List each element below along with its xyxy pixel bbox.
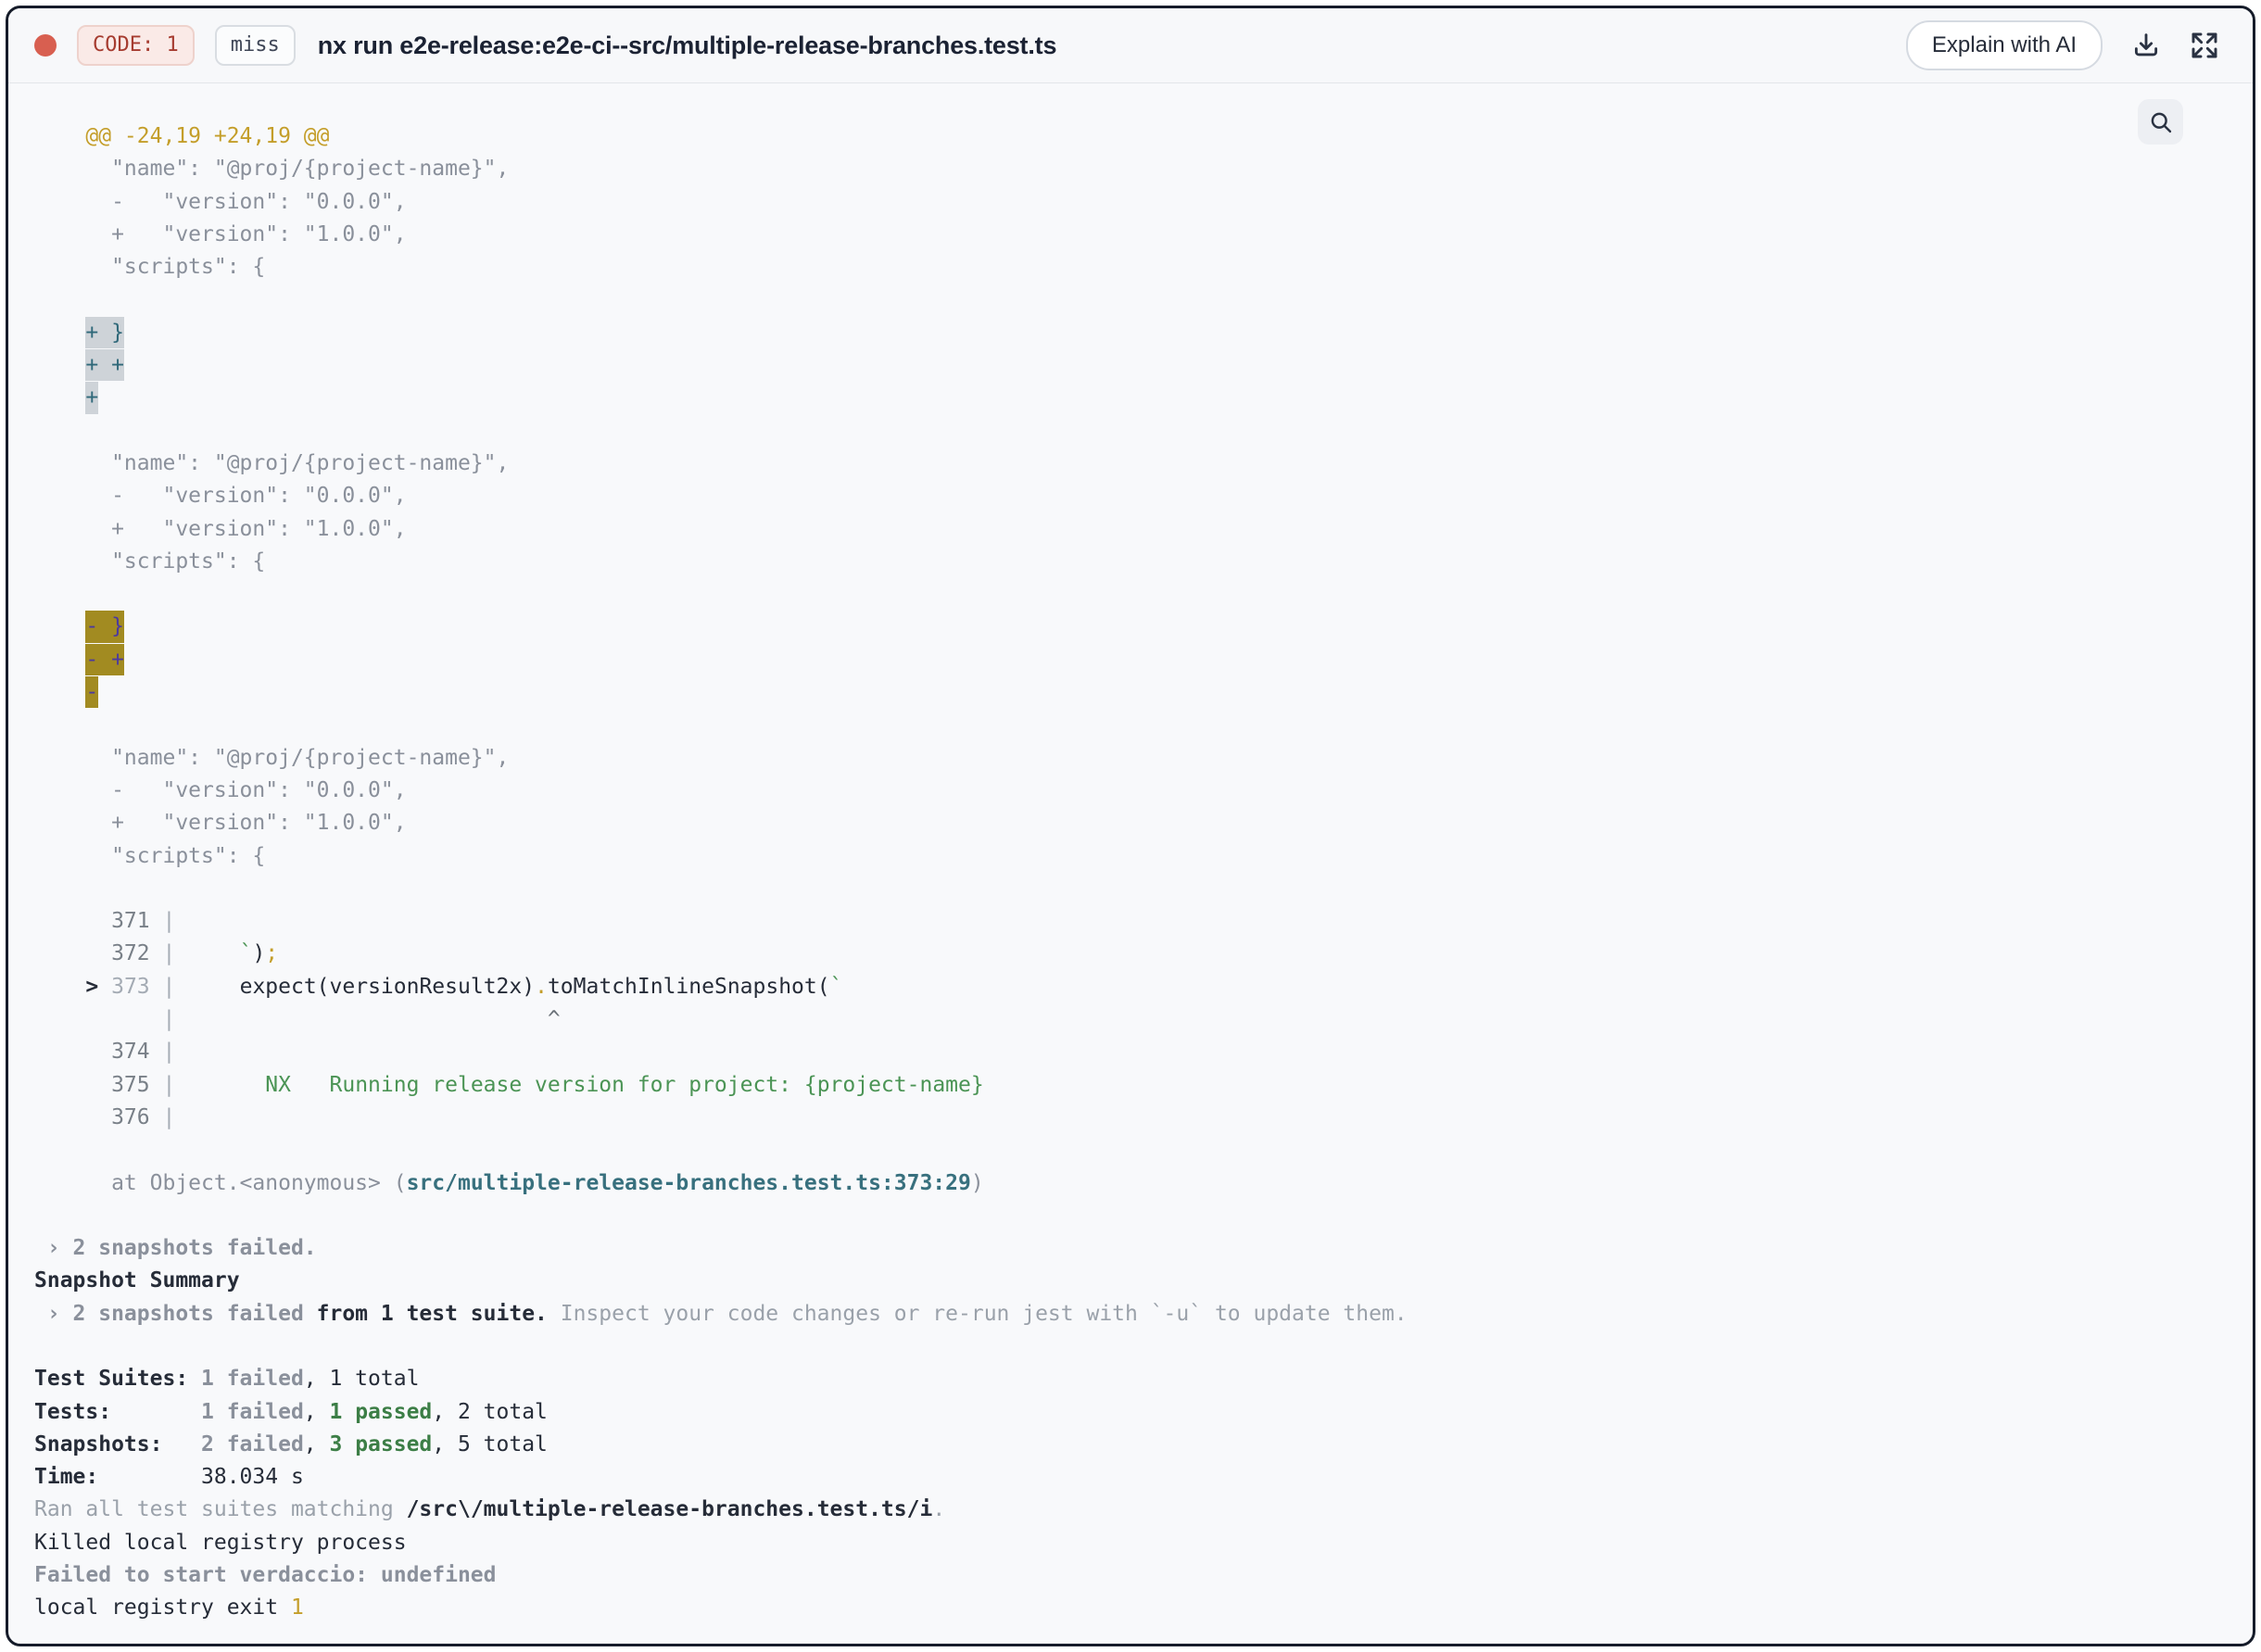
terminal-line: Tests: 1 failed, 1 passed, 2 total — [34, 1399, 548, 1424]
terminal-line: Ran all test suites matching /src\/multi… — [34, 1497, 946, 1522]
log-viewer-window: CODE: 1 miss nx run e2e-release:e2e-ci--… — [6, 6, 2255, 1646]
terminal-line: - "version": "0.0.0", — [34, 189, 407, 214]
topbar-actions: Explain with AI — [1905, 20, 2227, 70]
terminal-line: - } — [34, 611, 2216, 643]
terminal-line: Time: 38.034 s — [34, 1465, 304, 1490]
terminal-line: 375 | NX Running release version for pro… — [34, 1072, 984, 1097]
terminal-line: 374 | — [34, 1040, 176, 1065]
terminal-line: + + — [34, 348, 2216, 382]
terminal-line: - "version": "0.0.0", — [34, 777, 407, 802]
terminal-line: local registry exit 1 — [34, 1595, 304, 1620]
terminal-line: "name": "@proj/{project-name}", — [34, 157, 510, 182]
terminal-line: + "version": "1.0.0", — [34, 811, 407, 836]
cache-miss-badge: miss — [214, 25, 296, 66]
terminal-line: "name": "@proj/{project-name}", — [34, 745, 510, 770]
terminal-line: + — [34, 382, 2216, 414]
terminal-line: - "version": "0.0.0", — [34, 484, 407, 509]
terminal-line: "name": "@proj/{project-name}", — [34, 450, 510, 475]
terminal-line: Killed local registry process — [34, 1530, 407, 1555]
download-button[interactable] — [2130, 30, 2162, 61]
terminal-line: - + — [34, 643, 2216, 676]
fullscreen-icon — [2192, 32, 2217, 58]
terminal-line: at Object.<anonymous> (src/multiple-rele… — [34, 1170, 984, 1195]
terminal-line: "scripts": { — [34, 843, 266, 868]
fullscreen-button[interactable] — [2190, 31, 2219, 60]
terminal-line: "scripts": { — [34, 255, 266, 280]
explain-with-ai-button[interactable]: Explain with AI — [1905, 20, 2103, 70]
terminal-line: - — [34, 675, 2216, 709]
terminal-line: Snapshot Summary — [34, 1268, 240, 1293]
search-icon — [2151, 112, 2171, 132]
terminal-line: @@ -24,19 +24,19 @@ — [34, 124, 330, 148]
download-icon — [2134, 33, 2158, 57]
terminal-line: > 373 | expect(versionResult2x).toMatchI… — [34, 974, 843, 999]
topbar: CODE: 1 miss nx run e2e-release:e2e-ci--… — [8, 8, 2253, 83]
terminal-line: + "version": "1.0.0", — [34, 516, 407, 541]
search-button[interactable] — [2138, 99, 2183, 145]
terminal-line: 372 | `); — [34, 941, 279, 966]
terminal-log: @@ -24,19 +24,19 @@ "name": "@proj/{proj… — [8, 83, 2253, 1644]
terminal-line: › 2 snapshots failed. — [34, 1236, 317, 1261]
terminal-line: | ^ — [34, 1007, 561, 1032]
status-dot-icon — [34, 34, 57, 57]
terminal-line: "scripts": { — [34, 549, 266, 574]
terminal-line: Test Suites: 1 failed, 1 total — [34, 1367, 420, 1392]
terminal-line: 371 | — [34, 909, 176, 934]
terminal-line: › 2 snapshots failed from 1 test suite. … — [34, 1301, 1408, 1326]
task-title: nx run e2e-release:e2e-ci--src/multiple-… — [317, 31, 1057, 59]
terminal-output-panel: @@ -24,19 +24,19 @@ "name": "@proj/{proj… — [8, 83, 2253, 1644]
terminal-line: 376 | — [34, 1104, 176, 1129]
terminal-line: + "version": "1.0.0", — [34, 221, 407, 246]
terminal-line: Snapshots: 2 failed, 3 passed, 5 total — [34, 1431, 548, 1457]
terminal-line: + } — [34, 316, 2216, 349]
terminal-line: Failed to start verdaccio: undefined — [34, 1563, 497, 1588]
exit-code-badge: CODE: 1 — [77, 25, 195, 66]
